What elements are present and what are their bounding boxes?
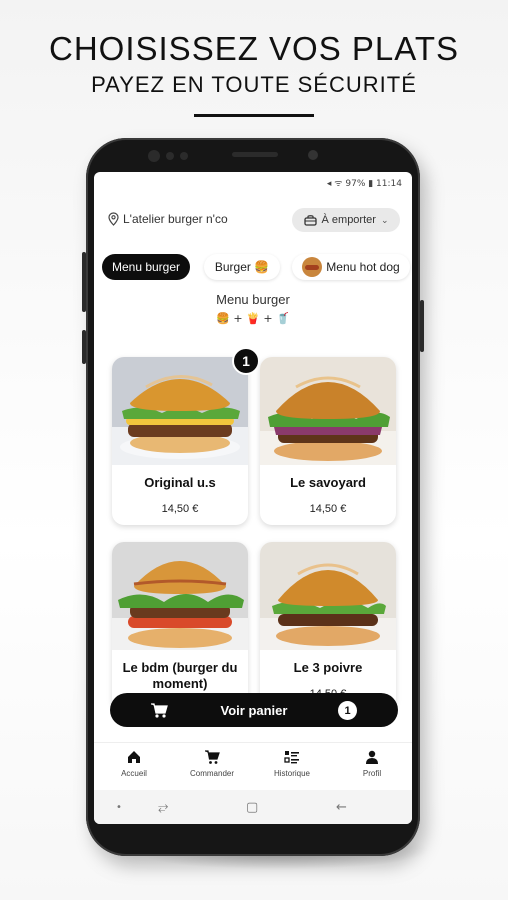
product-card-le-bdm[interactable]: Le bdm (burger du moment): [112, 542, 248, 710]
sensor-dot: [180, 152, 188, 160]
category-tab-burger[interactable]: Burger 🍔: [204, 254, 280, 280]
category-tab-menu-burger[interactable]: Menu burger: [102, 254, 190, 280]
back-button[interactable]: ←: [336, 800, 347, 815]
top-sensors: [86, 138, 420, 172]
cart-count-badge: 1: [338, 701, 357, 720]
location-label: L'atelier burger n'co: [123, 212, 228, 226]
category-tab-menu-hot-dog[interactable]: Menu hot dog: [292, 254, 410, 280]
product-name: Le bdm (burger du moment): [122, 660, 238, 691]
location-selector[interactable]: L'atelier burger n'co: [108, 212, 228, 226]
burger-photo: [260, 542, 396, 650]
category-label: Menu hot dog: [326, 260, 400, 274]
dot-indicator: •: [116, 802, 122, 813]
burger-photo: [112, 357, 248, 465]
order-mode-label: À emporter: [321, 214, 376, 226]
burger-photo: [260, 357, 396, 465]
cart-icon: [205, 750, 220, 764]
nav-item-profil[interactable]: Profil: [336, 749, 408, 778]
bixby-button: [82, 330, 86, 364]
burger-photo: [112, 542, 248, 650]
nav-label: Accueil: [121, 769, 147, 778]
product-price: 14,50 €: [161, 503, 199, 515]
chevron-down-icon: ⌄: [380, 214, 389, 225]
location-pin-icon: [108, 212, 119, 226]
menu-composition-icons: 🍔 + 🍟 + 🥤: [216, 312, 290, 325]
bottom-navigation: Accueil Commander Historique Profil: [94, 742, 412, 790]
takeaway-bag-icon: [303, 215, 317, 226]
hot-dog-icon: [302, 257, 323, 277]
person-icon: [366, 750, 378, 764]
front-camera: [308, 150, 318, 160]
power-button: [420, 300, 424, 352]
nav-item-commander[interactable]: Commander: [176, 749, 248, 778]
quantity-badge: 1: [232, 347, 260, 375]
view-cart-button[interactable]: Voir panier 1: [110, 693, 398, 727]
category-tabs: Menu burger Burger 🍔 Menu hot dog: [102, 254, 412, 280]
camera-sensor: [148, 150, 160, 162]
product-name: Original u.s: [144, 475, 216, 490]
earpiece-speaker: [232, 152, 278, 157]
product-name: Le savoyard: [290, 475, 366, 490]
home-icon: [128, 751, 140, 763]
order-mode-dropdown[interactable]: À emporter ⌄: [292, 208, 400, 232]
nav-label: Commander: [189, 769, 234, 778]
history-icon: [284, 751, 299, 764]
status-bar: ◂ ᯤ 97% ▮ 11:14: [326, 179, 402, 189]
product-price: 14,50 €: [309, 503, 347, 515]
nav-label: Historique: [273, 769, 310, 778]
promo-subtitle: PAYEZ EN TOUTE SÉCURITÉ: [91, 72, 417, 97]
category-label: Burger 🍔: [214, 260, 270, 274]
app-screen: ◂ ᯤ 97% ▮ 11:14 L'atelier burger n'co À …: [94, 172, 412, 824]
volume-button: [82, 252, 86, 312]
product-name: Le 3 poivre: [293, 660, 363, 675]
product-card-le-savoyard[interactable]: Le savoyard 14,50 €: [260, 357, 396, 525]
product-card-le-3-poivre[interactable]: Le 3 poivre 14,50 €: [260, 542, 396, 710]
nav-item-historique[interactable]: Historique: [256, 749, 328, 778]
home-button[interactable]: ▢: [246, 800, 258, 815]
nav-label: Profil: [362, 769, 382, 778]
sensor-dot: [166, 152, 174, 160]
product-card-original-us[interactable]: Original u.s 14,50 €: [112, 357, 248, 525]
android-navigation-bar: • ⥂ ▢ ←: [94, 790, 412, 824]
section-title: Menu burger: [216, 292, 290, 307]
category-label: Menu burger: [111, 260, 181, 274]
promo-divider: [194, 114, 314, 117]
promo-title: CHOISISSEZ VOS PLATS: [49, 30, 459, 67]
nav-item-accueil[interactable]: Accueil: [98, 749, 170, 778]
recents-button[interactable]: ⥂: [158, 800, 168, 815]
